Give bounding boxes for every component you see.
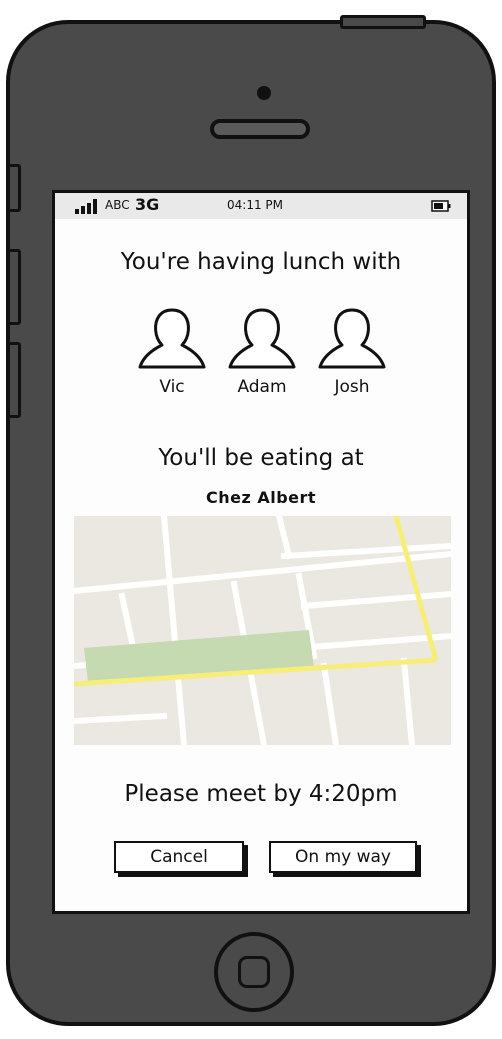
friend-name: Adam (237, 377, 287, 397)
volume-down-button (7, 342, 21, 418)
on-my-way-button[interactable]: On my way (269, 841, 417, 873)
eating-heading: You'll be eating at (158, 445, 364, 471)
home-square-icon (238, 956, 270, 988)
status-bar: ABC 3G 04:11 PM (55, 193, 467, 219)
volume-up-button (7, 249, 21, 325)
restaurant-name: Chez Albert (205, 488, 317, 507)
power-button (340, 15, 426, 29)
battery-icon (431, 200, 451, 212)
earpiece-speaker (210, 119, 310, 139)
user-avatar-icon (138, 308, 206, 369)
screen: ABC 3G 04:11 PM You're having lunch with… (52, 190, 470, 914)
lunch-heading: You're having lunch with (120, 249, 402, 275)
friend-name: Vic (159, 377, 185, 397)
meeting-time-text: Please meet by 4:20pm (124, 781, 398, 807)
front-camera (257, 86, 271, 100)
carrier-label: ABC (105, 198, 130, 212)
friend-vic[interactable]: Vic (127, 305, 217, 397)
signal-strength-icon (75, 199, 97, 214)
friend-josh[interactable]: Josh (307, 305, 397, 397)
friend-name: Josh (334, 377, 370, 397)
friend-adam[interactable]: Adam (217, 305, 307, 397)
phone-frame: ABC 3G 04:11 PM You're having lunch with… (6, 15, 496, 1026)
restaurant-map[interactable] (74, 516, 451, 745)
user-avatar-icon (228, 308, 296, 369)
home-button[interactable] (214, 932, 294, 1012)
status-time: 04:11 PM (227, 198, 283, 212)
user-avatar-icon (318, 308, 386, 369)
mute-switch (7, 164, 21, 212)
friends-list: Vic Adam Josh (55, 305, 467, 405)
cancel-button[interactable]: Cancel (114, 841, 244, 873)
network-type-label: 3G (135, 195, 160, 214)
